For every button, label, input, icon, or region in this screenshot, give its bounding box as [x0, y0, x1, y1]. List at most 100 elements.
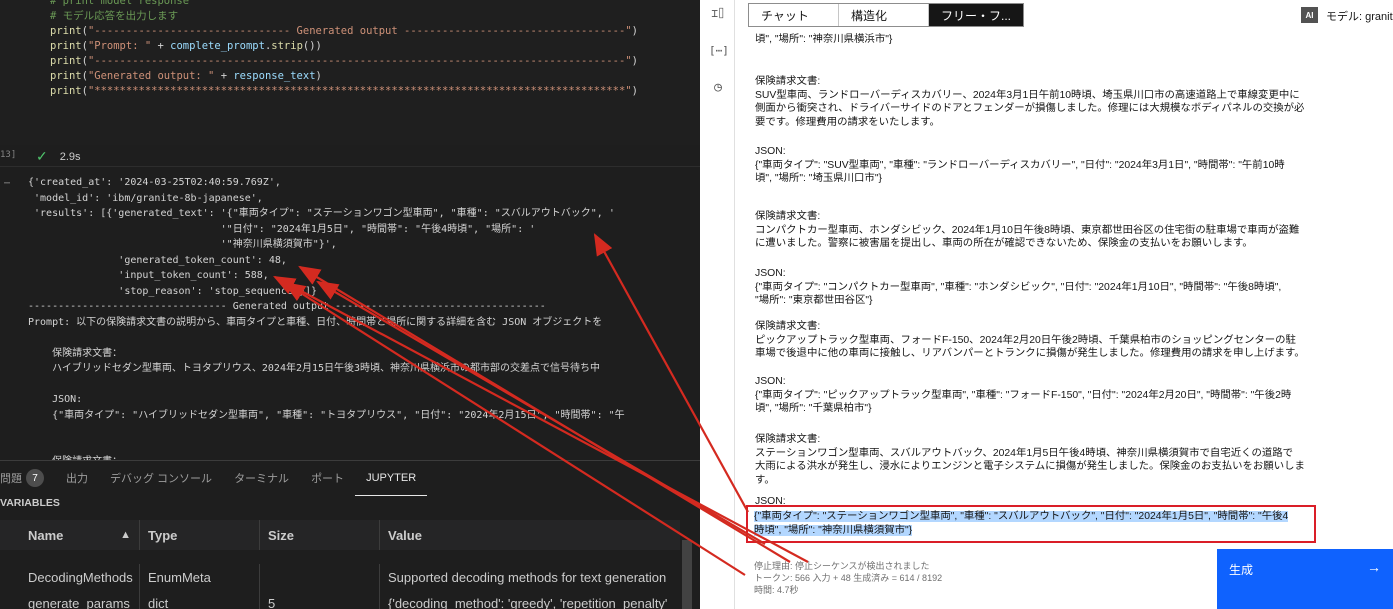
prompt-line: 保険請求文書: [755, 321, 821, 332]
col-name-label: Name [28, 527, 64, 543]
code-token: print [50, 25, 82, 37]
prompt-block: JSON: {"車両タイプ": "SUV型車両", "車種": "ランドローバーデ… [755, 145, 1320, 186]
prompt-line: 側面から衝突され、ドライバーサイドのドアとフェンダーが損傷しました。修理には大規… [755, 103, 1305, 114]
prompt-line: JSON: [755, 496, 786, 507]
model-selector[interactable]: モデル: granite [1326, 8, 1393, 24]
prompt-line: 頃", "場所": "千葉県柏市"} [755, 403, 872, 414]
elapsed-time: 2.9s [59, 150, 81, 163]
code-cell[interactable]: # print model response # モデル応答を出力します print… [0, 0, 700, 145]
code-token: print [50, 70, 82, 82]
code-line: print("Generated output: " + response_te… [50, 69, 638, 84]
sample-prompts-icon[interactable]: ⌶⌷ [709, 7, 727, 25]
arrow-right-icon: → [1367, 559, 1381, 575]
selected-text: 時頃", "場所": "神奈川県横須賀市"} [754, 524, 913, 536]
code-token: ) [315, 70, 322, 82]
panel-tab-label: ターミナル [234, 473, 290, 485]
panel-tab[interactable]: ポート [300, 461, 355, 496]
panel-tab[interactable]: ターミナル [223, 461, 300, 496]
code-line: print("---------------------------------… [50, 54, 638, 69]
code-line: print("Prompt: " + complete_prompt.strip… [50, 39, 638, 54]
prompt-line: "場所": "東京都世田谷区"} [755, 295, 873, 306]
mode-tab[interactable]: 構造化 [839, 4, 929, 26]
code-editor[interactable]: # print model response # モデル応答を出力します print… [50, 0, 638, 99]
cell-gutter [0, 0, 22, 145]
generate-button[interactable]: 生成 → [1217, 549, 1393, 609]
code-token: "***************************************… [87, 85, 632, 97]
code-token: # print model response [50, 0, 190, 7]
status-line: 停止理由: 停止シーケンスが検出されました [754, 561, 930, 571]
col-size[interactable]: Size [260, 520, 380, 550]
panel-tab[interactable]: デバッグ コンソール [99, 461, 223, 496]
panel-tab-label: 問題 [0, 473, 22, 485]
var-type: dict [140, 590, 260, 609]
var-type: EnumMeta [140, 564, 260, 590]
cell-execution-count: 13] [0, 150, 17, 160]
status-line: 時間: 4.7秒 [754, 585, 799, 595]
sort-up-icon[interactable]: ▲ [120, 529, 131, 541]
history-icon[interactable]: ◷ [709, 80, 727, 98]
prompt-line: す。 [755, 474, 775, 486]
code-token: print [50, 85, 82, 97]
table-row[interactable]: DecodingMethods EnumMeta Supported decod… [0, 564, 680, 590]
generated-output-highlight[interactable]: {"車両タイプ": "ステーションワゴン型車両", "車種": "スバルアウトバ… [746, 505, 1316, 543]
output-line: --------------------------------- Genera… [28, 301, 546, 312]
panel-tab-label: ポート [311, 473, 345, 485]
cell-status: ✓ 2.9s [36, 148, 81, 165]
prompt-lab-window: ⌶⌷ [⋯] ◷ チャット 構造化 フリー・フ... AI モデル: granite… [700, 0, 1393, 609]
prompt-line: JSON: [755, 268, 786, 279]
prompt-editor[interactable]: {"車両タイプ": "ステーションワゴン型車両", "車種": "スバルアウトバ… [745, 30, 1375, 548]
divider [0, 166, 700, 167]
variables-scrollbar[interactable] [682, 540, 692, 609]
generation-status: 停止理由: 停止シーケンスが検出されました トークン: 566 入力 + 48 生… [754, 560, 942, 596]
var-size [260, 564, 380, 590]
prompt-line: コンパクトカー型車両、ホンダシビック、2024年1月10日午後8時頃、東京都世田… [755, 224, 1300, 236]
output-menu-icon[interactable]: ⋯ [4, 176, 10, 192]
panel-tab[interactable]: JUPYTER [355, 461, 428, 496]
prompt-block: 保険請求文書: ピックアップトラック型車両、フォードF-150、2024年2月20… [755, 320, 1320, 361]
output-line: ハイブリッドセダン型車両、トヨタプリウス、2024年2月15日午後3時頃、神奈川… [28, 363, 601, 374]
col-name[interactable]: Name ▲ [0, 520, 140, 550]
prompt-line: に遭いました。警察に被害届を提出し、車両の所在が確認できないため、保険金の支払い… [755, 238, 1253, 249]
ai-icon: AI [1301, 7, 1318, 23]
mode-bar: チャット 構造化 フリー・フ... AI モデル: granite [736, 0, 1393, 30]
code-line: # モデル応答を出力します [50, 9, 638, 24]
code-token: ) [631, 55, 638, 67]
code-token: complete_prompt [170, 40, 265, 52]
code-token: + [151, 40, 171, 52]
var-value: Supported decoding methods for text gene… [388, 569, 667, 585]
prompt-block: 保険請求文書: ステーションワゴン型車両、スバルアウトバック、2024年1月5日午… [755, 433, 1320, 487]
output-line: 'model_id': 'ibm/granite-8b-japanese', [28, 192, 263, 204]
panel-tab[interactable]: 問題 7 [0, 461, 55, 496]
mode-tab[interactable]: チャット [749, 4, 839, 26]
code-token: response_text [233, 70, 316, 82]
panel-tabs: 問題 7 出力 デバッグ コンソール ターミナル ポート JUPYTER [0, 460, 700, 496]
generated-line: {"車両タイプ": "ステーションワゴン型車両", "車種": "スバルアウトバ… [754, 510, 1289, 524]
output-line: 'input_token_count': 588, [28, 270, 269, 281]
panel-tab-label: デバッグ コンソール [110, 473, 213, 485]
var-name: DecodingMethods [0, 564, 140, 590]
var-name: generate_params [0, 590, 140, 609]
prompt-line: 大雨による洪水が発生し、浸水によりエンジンと電子システムに損傷が発生しました。保… [755, 461, 1305, 472]
prompt-block: JSON: {"車両タイプ": "ピックアップトラック型車両", "車種": "フ… [755, 375, 1320, 416]
output-line: {'created_at': '2024-03-25T02:40:59.769Z… [28, 177, 281, 188]
output-line: 'generated_token_count': 48, [28, 254, 287, 266]
code-token: "---------------------------------------… [87, 55, 632, 67]
var-value: {'decoding_method': 'greedy', 'repetitio… [388, 595, 668, 609]
output-line: 'stop_reason': 'stop_sequence'}]} [28, 285, 317, 297]
prompt-line: {"車両タイプ": "SUV型車両", "車種": "ランドローバーディスカバリ… [755, 159, 1285, 171]
mode-tab[interactable]: フリー・フ... [929, 4, 1024, 26]
output-line: '"神奈川県横須賀市"}', [28, 239, 337, 250]
prompt-line: ステーションワゴン型車両、スバルアウトバック、2024年1月5日午後4時頃、神奈… [755, 447, 1294, 459]
prompt-line: 車場で後退中に他の車両に接触し、リアバンパーとトランクに損傷が発生しました。修理… [755, 348, 1305, 359]
panel-tab-label: 出力 [66, 473, 88, 485]
table-row[interactable]: generate_params dict 5 {'decoding_method… [0, 590, 680, 609]
panel-tab[interactable]: 出力 [55, 461, 99, 496]
code-token: print [50, 40, 82, 52]
col-value[interactable]: Value [380, 520, 680, 550]
prompt-block: 頃", "場所": "神奈川県横浜市"} [755, 33, 1320, 47]
col-type[interactable]: Type [140, 520, 260, 550]
variables-icon[interactable]: [⋯] [709, 44, 729, 62]
